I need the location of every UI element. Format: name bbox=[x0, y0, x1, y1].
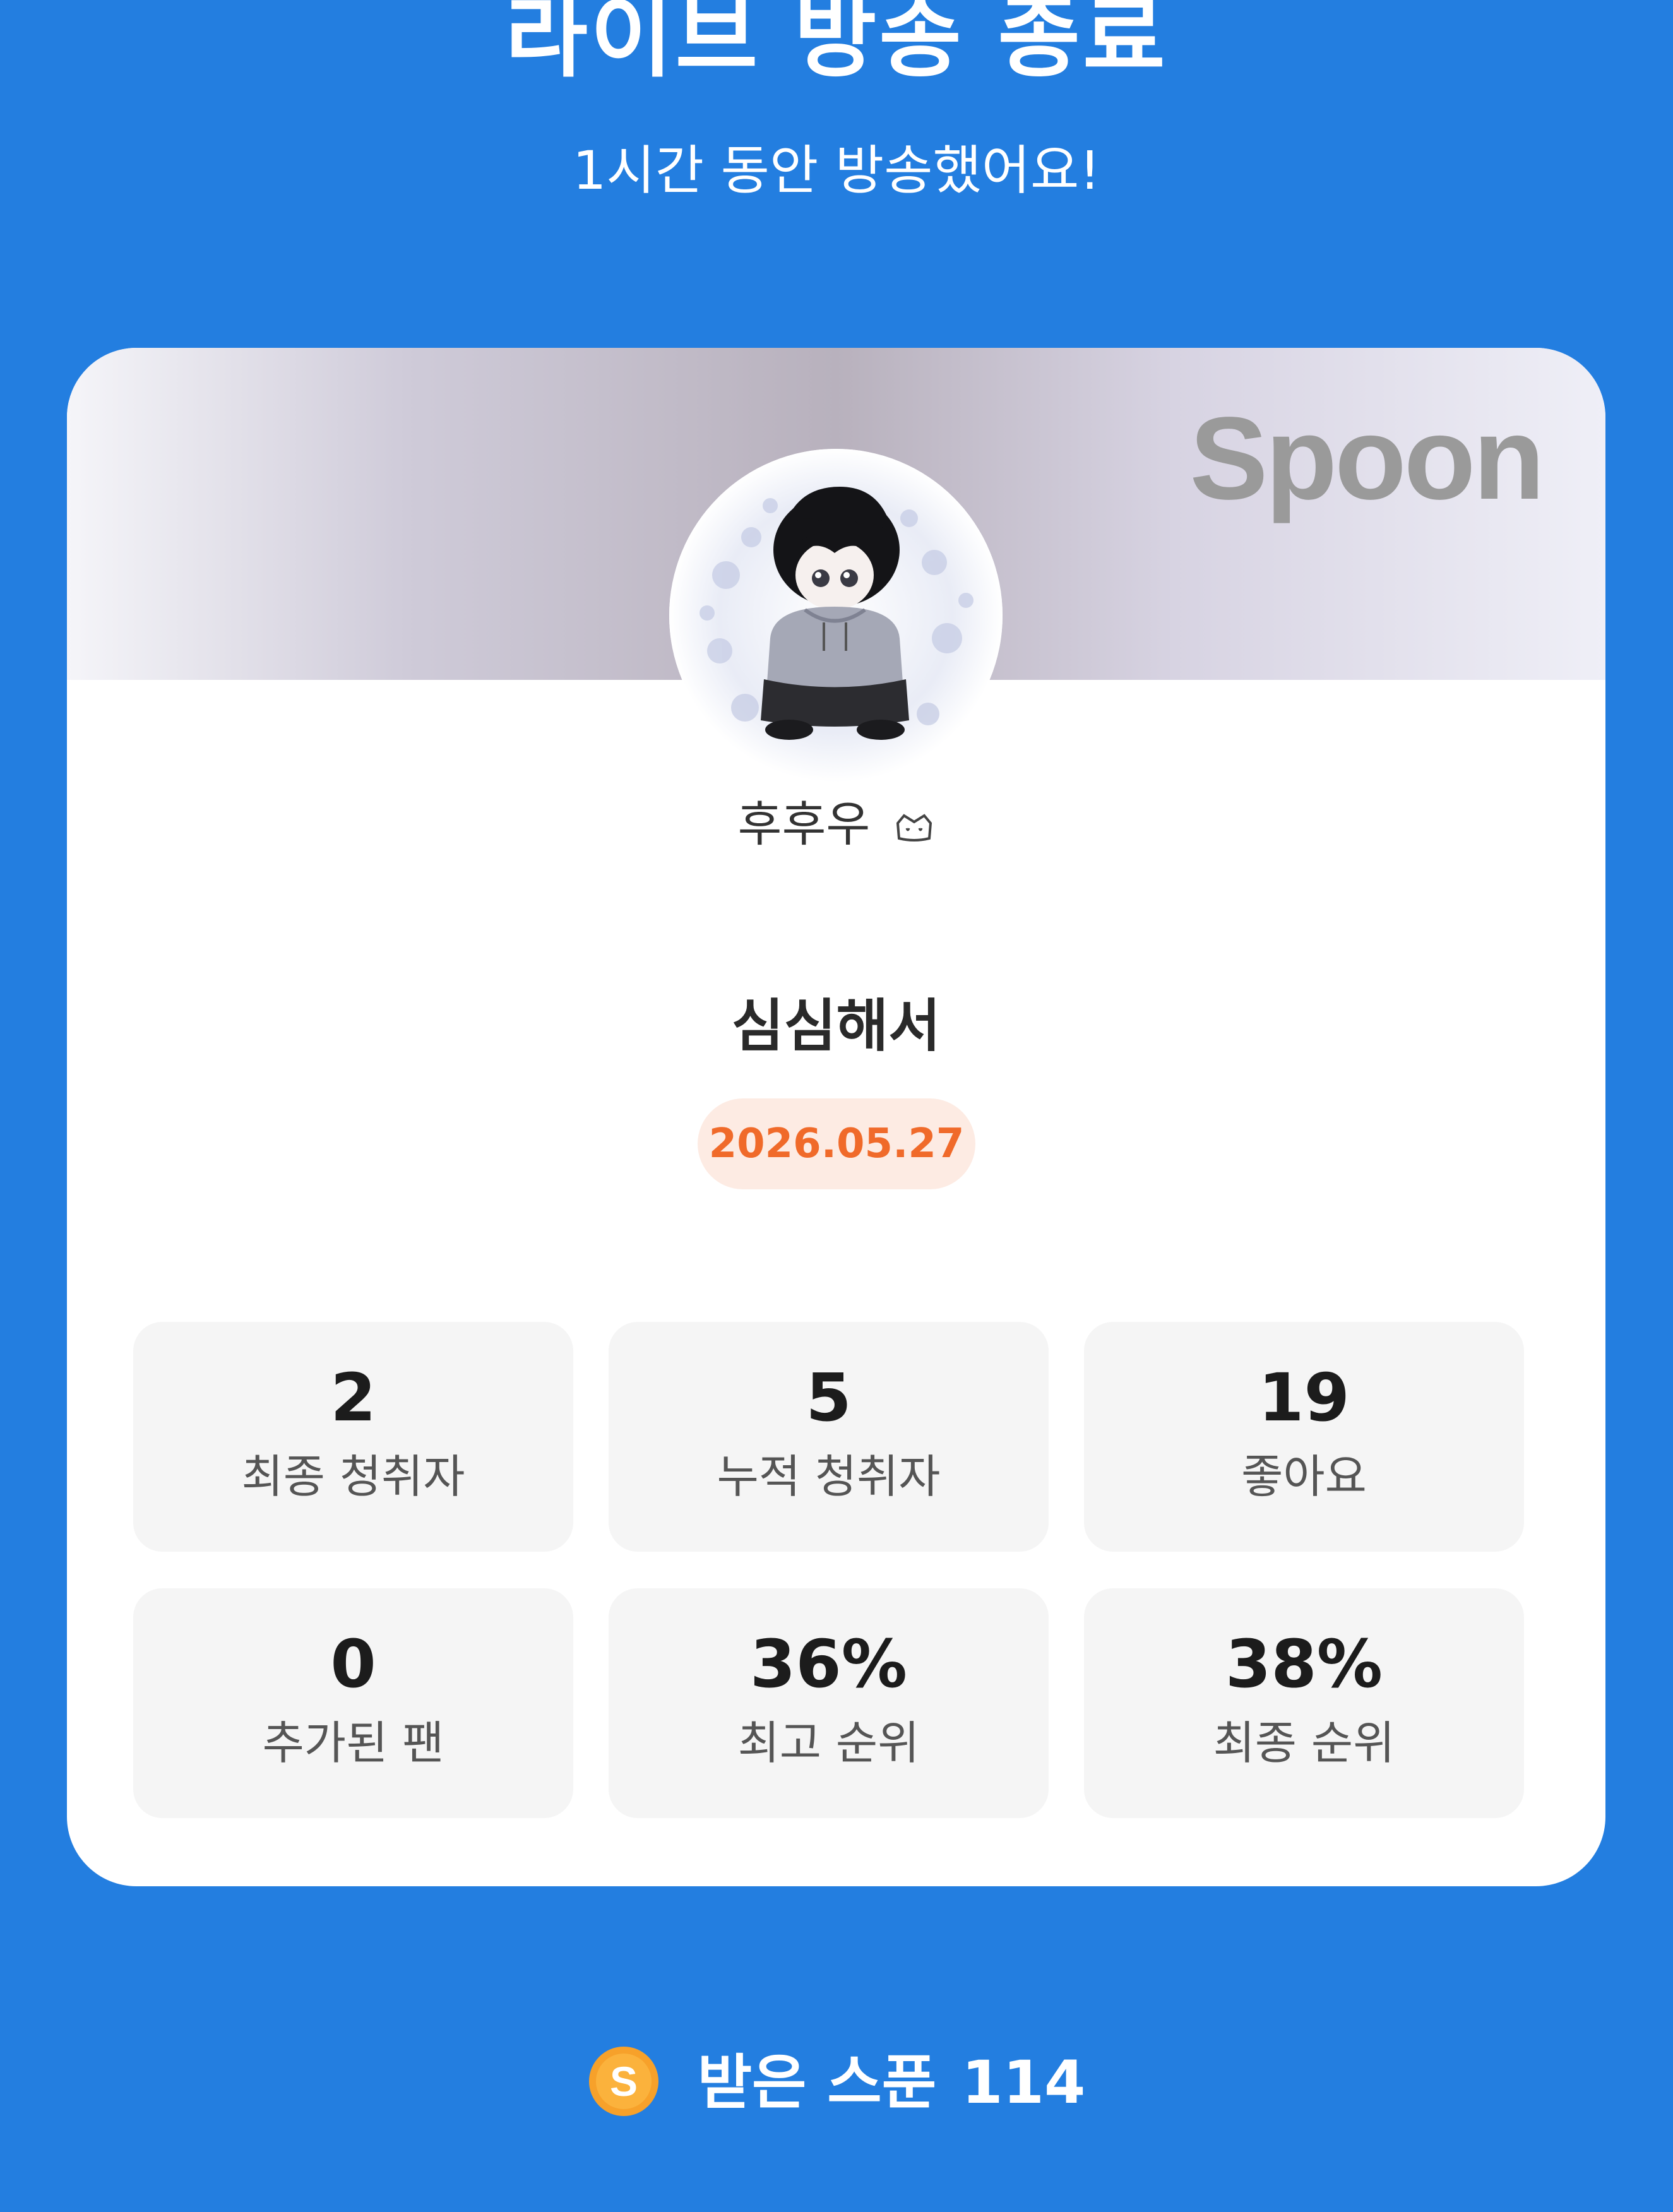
received-spoons-count: 114 bbox=[962, 2048, 1086, 2117]
date-badge: 2026.05.27 bbox=[698, 1098, 975, 1189]
stat-value: 0 bbox=[330, 1626, 376, 1703]
host-name-row: 후후우 bbox=[67, 793, 1605, 856]
stat-value: 2 bbox=[330, 1359, 376, 1436]
stat-value: 19 bbox=[1258, 1359, 1350, 1436]
spoon-logo: Spoon bbox=[1189, 393, 1545, 524]
received-spoons-label: 받은 스푼 bbox=[697, 2048, 937, 2117]
stat-new-fans: 0 추가된 팬 bbox=[133, 1588, 573, 1818]
spoon-coin-icon: S bbox=[588, 2047, 658, 2117]
stat-label: 추가된 팬 bbox=[262, 1716, 444, 1769]
broadcast-summary-card: Spoon 후후우 심심해서 2026.05.27 2 최종 청취자 5 누적 … bbox=[67, 348, 1605, 1886]
stat-label: 최고 순위 bbox=[737, 1716, 920, 1769]
host-name: 후후우 bbox=[737, 796, 871, 852]
stat-label: 최종 청취자 bbox=[241, 1450, 465, 1503]
host-avatar[interactable] bbox=[669, 449, 1003, 782]
stat-likes: 19 좋아요 bbox=[1084, 1322, 1524, 1552]
stat-label: 최종 순위 bbox=[1213, 1716, 1395, 1769]
stat-value: 36% bbox=[750, 1626, 907, 1703]
stat-final-listeners: 2 최종 청취자 bbox=[133, 1322, 573, 1552]
broadcast-duration: 1시간 동안 방송했어요! bbox=[572, 140, 1101, 201]
stat-final-rank: 38% 최종 순위 bbox=[1084, 1588, 1524, 1818]
stat-best-rank: 36% 최고 순위 bbox=[609, 1588, 1049, 1818]
page-title: 라이브 방송 종료 bbox=[505, 0, 1168, 90]
stat-label: 누적 청취자 bbox=[717, 1450, 941, 1503]
crown-badge-icon bbox=[896, 814, 932, 841]
avatar-illustration bbox=[669, 449, 1003, 782]
stat-label: 좋아요 bbox=[1241, 1450, 1367, 1503]
received-spoons: S 받은 스푼 114 bbox=[0, 2039, 1673, 2127]
stat-total-listeners: 5 누적 청취자 bbox=[609, 1322, 1049, 1552]
stat-value: 38% bbox=[1225, 1626, 1383, 1703]
live-title: 심심해서 bbox=[731, 993, 941, 1059]
stat-value: 5 bbox=[806, 1359, 852, 1436]
svg-text:S: S bbox=[610, 2058, 638, 2105]
